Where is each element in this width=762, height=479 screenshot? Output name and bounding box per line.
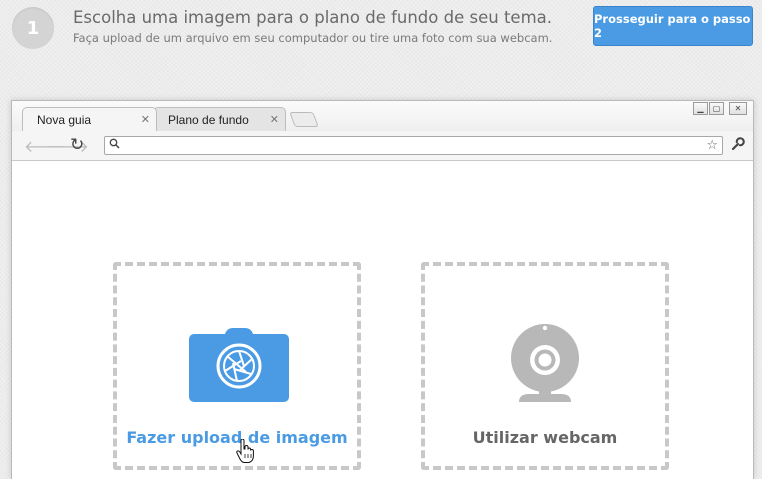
upload-image-option[interactable]: Fazer upload de imagem — [113, 262, 361, 470]
step-header: 1 Escolha uma imagem para o plano de fun… — [0, 0, 762, 80]
hand-cursor-icon — [236, 438, 254, 468]
tab-label: Plano de fundo — [168, 112, 249, 127]
step-subtitle: Faça upload de um arquivo em seu computa… — [73, 31, 553, 45]
webcam-icon — [509, 324, 581, 409]
tab-plano-de-fundo[interactable]: Plano de fundo ✕ — [153, 107, 286, 131]
browser-toolbar: 🡐 🡒 ↻ ☆ — [12, 131, 753, 161]
search-icon — [109, 138, 120, 152]
webcam-option-label: Utilizar webcam — [472, 428, 618, 447]
address-input[interactable] — [125, 138, 695, 153]
close-window-icon[interactable]: ✕ — [729, 102, 747, 115]
window-controls: ▁ ▢ ✕ — [693, 102, 747, 115]
webcam-option[interactable]: Utilizar webcam — [421, 262, 669, 470]
next-step-button[interactable]: Prosseguir para o passo 2 — [593, 6, 753, 46]
star-icon[interactable]: ☆ — [706, 137, 718, 153]
new-tab-button[interactable] — [289, 112, 319, 127]
minimize-icon[interactable]: ▁ — [693, 102, 708, 115]
tab-label: Nova guia — [37, 112, 92, 127]
browser-window: Nova guia ✕ Plano de fundo ✕ ▁ ▢ ✕ 🡐 🡒 ↻… — [11, 100, 754, 479]
reload-icon[interactable]: ↻ — [70, 135, 84, 155]
wrench-icon[interactable] — [731, 137, 745, 156]
browser-titlebar: Nova guia ✕ Plano de fundo ✕ ▁ ▢ ✕ — [12, 101, 753, 131]
step-number-badge: 1 — [12, 7, 54, 49]
tab-close-icon[interactable]: ✕ — [141, 113, 150, 126]
camera-icon — [189, 326, 289, 407]
page-content: Fazer upload de imagem Utilizar webcam — [12, 162, 753, 479]
address-bar[interactable]: ☆ — [104, 136, 723, 155]
tab-close-icon[interactable]: ✕ — [270, 113, 279, 126]
tab-nova-guia[interactable]: Nova guia ✕ — [22, 107, 157, 131]
step-title: Escolha uma imagem para o plano de fundo… — [73, 8, 552, 27]
maximize-icon[interactable]: ▢ — [709, 102, 724, 115]
